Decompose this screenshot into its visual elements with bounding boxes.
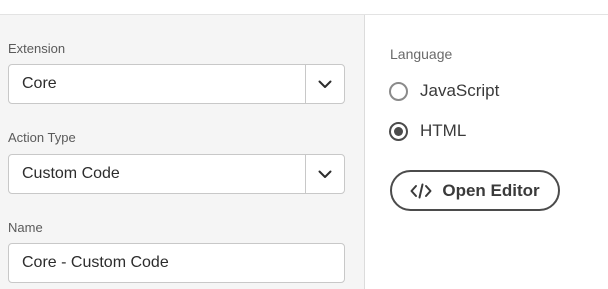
radio-button-unchecked[interactable] xyxy=(389,81,408,101)
radio-javascript-label: JavaScript xyxy=(420,81,500,100)
top-strip xyxy=(0,0,608,15)
radio-button-checked[interactable] xyxy=(389,121,408,141)
action-type-dropdown-button[interactable] xyxy=(305,155,344,193)
open-editor-label: Open Editor xyxy=(442,180,540,200)
chevron-down-icon xyxy=(318,170,332,178)
extension-picker[interactable]: Core xyxy=(8,64,345,104)
code-icon xyxy=(410,183,432,198)
radio-html[interactable]: HTML xyxy=(389,121,466,141)
radio-html-label: HTML xyxy=(420,121,467,140)
open-editor-button[interactable]: Open Editor xyxy=(390,170,560,211)
action-type-picker[interactable]: Custom Code xyxy=(8,154,345,194)
extension-dropdown-button[interactable] xyxy=(305,65,344,103)
language-label: Language xyxy=(390,46,453,62)
chevron-down-icon xyxy=(318,80,332,88)
radio-javascript[interactable]: JavaScript xyxy=(389,81,499,101)
name-label: Name xyxy=(8,220,43,235)
extension-label: Extension xyxy=(8,41,66,56)
name-input[interactable]: Core - Custom Code xyxy=(8,243,345,283)
action-type-label: Action Type xyxy=(8,130,76,145)
action-type-value: Custom Code xyxy=(22,165,120,182)
extension-value: Core xyxy=(22,75,57,92)
